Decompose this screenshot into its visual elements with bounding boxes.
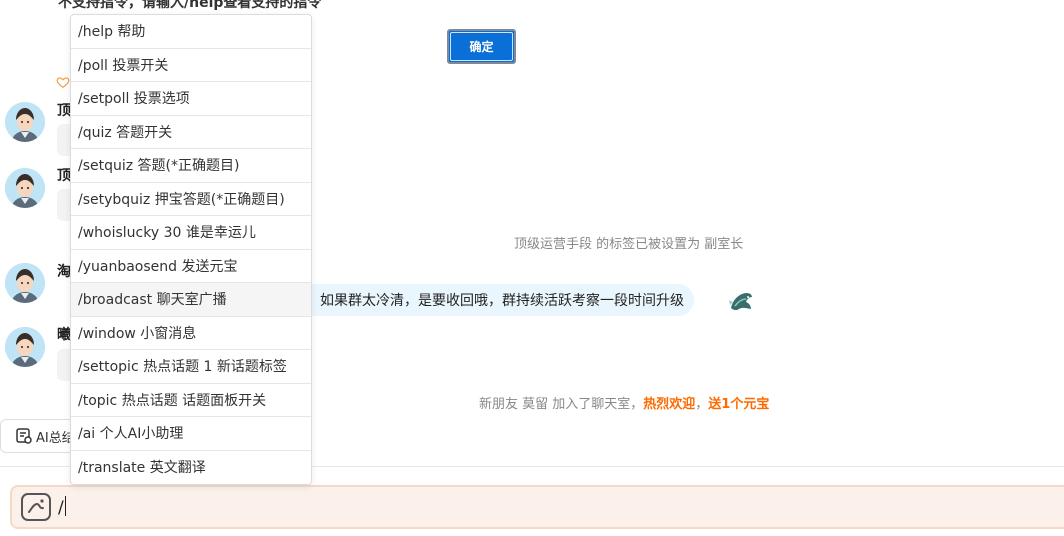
command-menu: /help 帮助/poll 投票开关/setpoll 投票选项/quiz 答题开… [70,14,312,485]
command-menu-item[interactable]: /topic 热点话题 话题面板开关 [71,384,311,417]
nickname[interactable]: 曦 [57,324,71,344]
gift-text: 送1个元宝 [708,397,770,412]
avatar[interactable] [5,168,45,208]
command-menu-item[interactable]: /ai 个人AI小助理 [71,417,311,451]
nickname[interactable]: 淘 [57,261,71,281]
ai-summary-button[interactable]: AI总结 [0,419,80,453]
confirm-button[interactable]: 确定 [447,29,516,64]
avatar[interactable] [5,102,45,142]
input-value: / [58,498,64,518]
fish-sticker-icon [729,293,752,311]
command-menu-item[interactable]: /yuanbaosend 发送元宝 [71,250,311,283]
avatar[interactable] [5,263,45,303]
command-menu-item[interactable]: /setpoll 投票选项 [71,82,311,116]
command-menu-item[interactable]: /settopic 热点话题 1 新话题标签 [71,350,311,384]
command-menu-item[interactable]: /window 小窗消息 [71,317,311,350]
system-message-join: 新朋友 莫留 加入了聊天室，热烈欢迎，送1个元宝 [479,393,769,412]
nickname[interactable]: 顶 [57,165,71,185]
command-menu-item[interactable]: /quiz 答题开关 [71,116,311,149]
command-menu-item[interactable]: /setybquiz 押宝答题(*正确题目) [71,183,311,216]
command-menu-item[interactable]: /setquiz 答题(*正确题目) [71,149,311,183]
text-caret [64,496,66,516]
ai-summary-label: AI总结 [36,430,75,446]
welcome-text: 热烈欢迎 [643,397,696,412]
system-message-role: 顶级运营手段 的标签已被设置为 副室长 [514,237,744,252]
message-input[interactable]: / [58,496,66,518]
emoji-icon[interactable] [20,492,52,522]
summary-icon [16,428,32,444]
chat-message-bubble: 如果群太冷清，是要收回哦，群持续活跃考察一段时间升级 [300,284,694,316]
separator: ， [695,397,709,412]
nickname[interactable]: 顶 [57,100,71,120]
avatar[interactable] [5,327,45,367]
unsupported-command-notice: 不支持指令，请输入/help查看支持的指令 [58,0,322,11]
command-menu-item[interactable]: /broadcast 聊天室广播 [71,283,311,317]
join-text: 新朋友 莫留 加入了聊天室， [479,397,644,412]
chat-window: 不支持指令，请输入/help查看支持的指令 确定 顶 顶 淘 曦 顶级运营手段 … [0,0,1064,536]
heart-icon[interactable] [56,75,70,89]
message-input-bar[interactable]: / [10,485,1064,529]
command-menu-item[interactable]: /translate 英文翻译 [71,451,311,485]
command-menu-item[interactable]: /help 帮助 [71,15,311,49]
command-menu-item[interactable]: /poll 投票开关 [71,49,311,82]
command-menu-item[interactable]: /whoislucky 30 谁是幸运儿 [71,216,311,250]
